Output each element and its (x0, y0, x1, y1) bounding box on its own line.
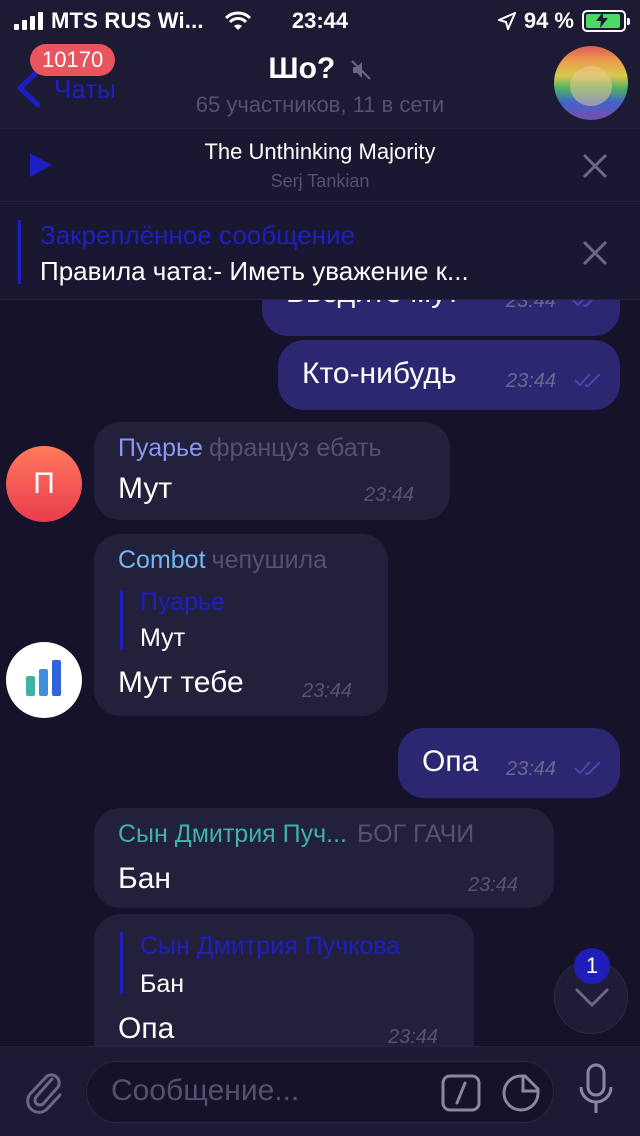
message-incoming[interactable]: Сын Дмитрия Пуч... БОГ ГАЧИ Бан 23:44 (94, 808, 554, 908)
sender-name: Сын Дмитрия Пуч... (118, 820, 347, 848)
message-field[interactable] (86, 1061, 554, 1123)
read-ticks-icon (574, 373, 601, 388)
pinned-label: Закреплённое сообщение (40, 220, 356, 250)
message-time: 23:44 (506, 300, 557, 312)
chat-header: Чаты 10170 Шо? 65 участников, 11 в сети (0, 40, 640, 128)
reply-text: Бан (140, 970, 185, 998)
message-input[interactable] (111, 1074, 431, 1108)
pinned-text: Правила чата:- Иметь уважение к... (40, 256, 469, 286)
message-text: Опа (118, 1012, 175, 1045)
message-list[interactable]: Введите мут 23:44 Кто-нибудь 23:44 П Пуа… (0, 300, 640, 1046)
track-title: The Unthinking Majority (204, 139, 436, 164)
message-time: 23:44 (364, 484, 415, 506)
sender-name: Пуарье (118, 434, 203, 462)
message-time: 23:44 (468, 874, 519, 896)
message-sender[interactable]: Сын Дмитрия Пуч... БОГ ГАЧИ (118, 820, 474, 849)
paperclip-icon[interactable] (22, 1069, 68, 1115)
reply-accent-bar (120, 932, 123, 994)
message-outgoing[interactable]: Опа 23:44 (398, 728, 620, 798)
message-time: 23:44 (506, 758, 557, 780)
microphone-icon[interactable] (578, 1063, 614, 1117)
close-pinned-icon[interactable] (582, 240, 608, 266)
muted-icon (350, 60, 371, 80)
message-text: Мут тебе (118, 666, 244, 699)
status-right: 94 % (497, 8, 630, 34)
reply-accent-bar (120, 590, 123, 650)
battery-percent: 94 % (523, 8, 574, 33)
reply-text: Мут (140, 624, 186, 652)
message-sender[interactable]: Combot чепушила (118, 546, 327, 575)
reply-sender[interactable]: Сын Дмитрия Пучкова (140, 932, 400, 961)
bar-chart-icon (26, 660, 61, 696)
bot-command-icon[interactable] (441, 1074, 481, 1112)
message-text: Кто-нибудь (302, 357, 457, 390)
message-incoming[interactable]: Сын Дмитрия Пучкова Бан Опа 23:44 (94, 914, 474, 1046)
message-input-bar (0, 1046, 640, 1136)
unread-count-badge: 1 (574, 948, 610, 984)
music-player-bar[interactable]: The Unthinking Majority Serj Tankian (0, 128, 640, 202)
sender-role: француз ебать (208, 434, 382, 462)
battery-icon (582, 10, 630, 32)
charging-bolt-icon (596, 12, 608, 28)
message-text: Введите мут (286, 300, 460, 310)
message-outgoing[interactable]: Кто-нибудь 23:44 (278, 340, 620, 410)
message-text: Опа (422, 745, 479, 778)
chat-title-text: Шо? (268, 52, 336, 85)
chevron-down-icon (575, 988, 609, 1008)
message-text: Мут (118, 472, 173, 505)
pinned-message[interactable]: Закреплённое сообщение Правила чата:- Им… (0, 202, 640, 300)
status-bar: MTS RUS Wi... 23:44 94 % (0, 0, 640, 40)
message-sender[interactable]: Пуарье француз ебать (118, 434, 382, 463)
avatar-poirier[interactable]: П (6, 446, 82, 522)
message-incoming[interactable]: Combot чепушила Пуарье Мут Мут тебе 23:44 (94, 534, 388, 716)
read-ticks-icon (574, 761, 601, 776)
message-time: 23:44 (388, 1026, 439, 1046)
message-time: 23:44 (506, 370, 557, 392)
pinned-accent-bar (18, 220, 21, 284)
sender-role: чепушила (211, 546, 328, 574)
sender-name: Combot (118, 546, 206, 574)
read-ticks-icon (572, 300, 594, 308)
location-arrow-icon (497, 12, 516, 30)
chat-title[interactable]: Шо? (0, 52, 640, 86)
chat-members-status: 65 участников, 11 в сети (195, 92, 445, 117)
message-outgoing[interactable]: Введите мут 23:44 (262, 300, 620, 336)
sender-role: БОГ ГАЧИ (357, 820, 475, 848)
avatar-combot[interactable] (6, 642, 82, 718)
message-text: Бан (118, 862, 171, 895)
group-avatar[interactable] (554, 46, 628, 120)
message-incoming[interactable]: Пуарье француз ебать Мут 23:44 (94, 422, 450, 520)
sticker-icon[interactable] (501, 1074, 541, 1112)
close-player-icon[interactable] (582, 153, 608, 179)
reply-sender[interactable]: Пуарье (140, 588, 225, 617)
avatar-letter: П (33, 467, 55, 500)
track-artist: Serj Tankian (270, 171, 370, 191)
message-time: 23:44 (302, 680, 353, 702)
